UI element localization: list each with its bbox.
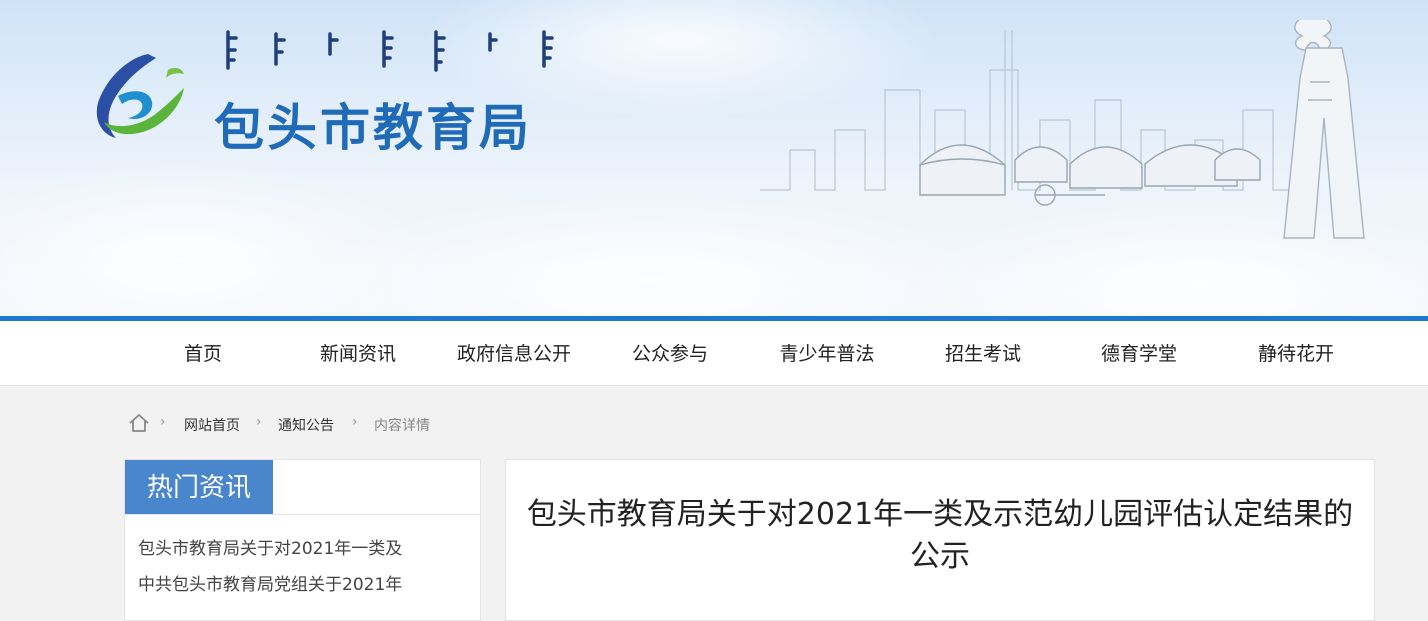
header-banner: 包头市教育局 bbox=[0, 0, 1428, 316]
article-panel: 包头市教育局关于对2021年一类及示范幼儿园评估认定结果的公示 bbox=[505, 459, 1375, 621]
hot-news-panel: 热门资讯 包头市教育局关于对2021年一类及 中共包头市教育局党组关于2021年 bbox=[124, 459, 481, 621]
breadcrumb-notices[interactable]: 通知公告 bbox=[278, 415, 334, 435]
nav-item-admission[interactable]: 招生考试 bbox=[908, 321, 1058, 385]
hot-news-list: 包头市教育局关于对2021年一类及 中共包头市教育局党组关于2021年 bbox=[138, 540, 402, 612]
city-skyline-illustration bbox=[760, 20, 1365, 239]
hot-news-heading: 热门资讯 bbox=[125, 460, 273, 514]
nav-item-moral-edu[interactable]: 德育学堂 bbox=[1064, 321, 1214, 385]
logo-icon[interactable] bbox=[88, 48, 192, 148]
nav-item-public[interactable]: 公众参与 bbox=[595, 321, 745, 385]
list-item[interactable]: 中共包头市教育局党组关于2021年 bbox=[138, 576, 402, 612]
nav-item-gov-info[interactable]: 政府信息公开 bbox=[439, 321, 589, 385]
breadcrumb-current: 内容详情 bbox=[374, 418, 430, 434]
nav-item-youth-law[interactable]: 青少年普法 bbox=[752, 321, 902, 385]
mongolian-script-logo bbox=[226, 30, 554, 72]
list-item[interactable]: 包头市教育局关于对2021年一类及 bbox=[138, 540, 402, 576]
article-title: 包头市教育局关于对2021年一类及示范幼儿园评估认定结果的公示 bbox=[526, 497, 1354, 574]
nav-item-news[interactable]: 新闻资讯 bbox=[283, 321, 433, 385]
nav-item-blossom[interactable]: 静待花开 bbox=[1221, 321, 1371, 385]
chevron-right-icon: › bbox=[352, 414, 358, 430]
breadcrumb-home[interactable]: 网站首页 bbox=[184, 415, 240, 435]
nav-item-home[interactable]: 首页 bbox=[128, 321, 278, 385]
site-title[interactable]: 包头市教育局 bbox=[214, 88, 532, 160]
chevron-right-icon: › bbox=[256, 414, 262, 430]
home-icon[interactable] bbox=[128, 412, 150, 434]
main-nav: 首页 新闻资讯 政府信息公开 公众参与 青少年普法 招生考试 德育学堂 静待花开 bbox=[0, 321, 1428, 386]
divider bbox=[125, 514, 480, 515]
chevron-right-icon: › bbox=[160, 414, 166, 430]
